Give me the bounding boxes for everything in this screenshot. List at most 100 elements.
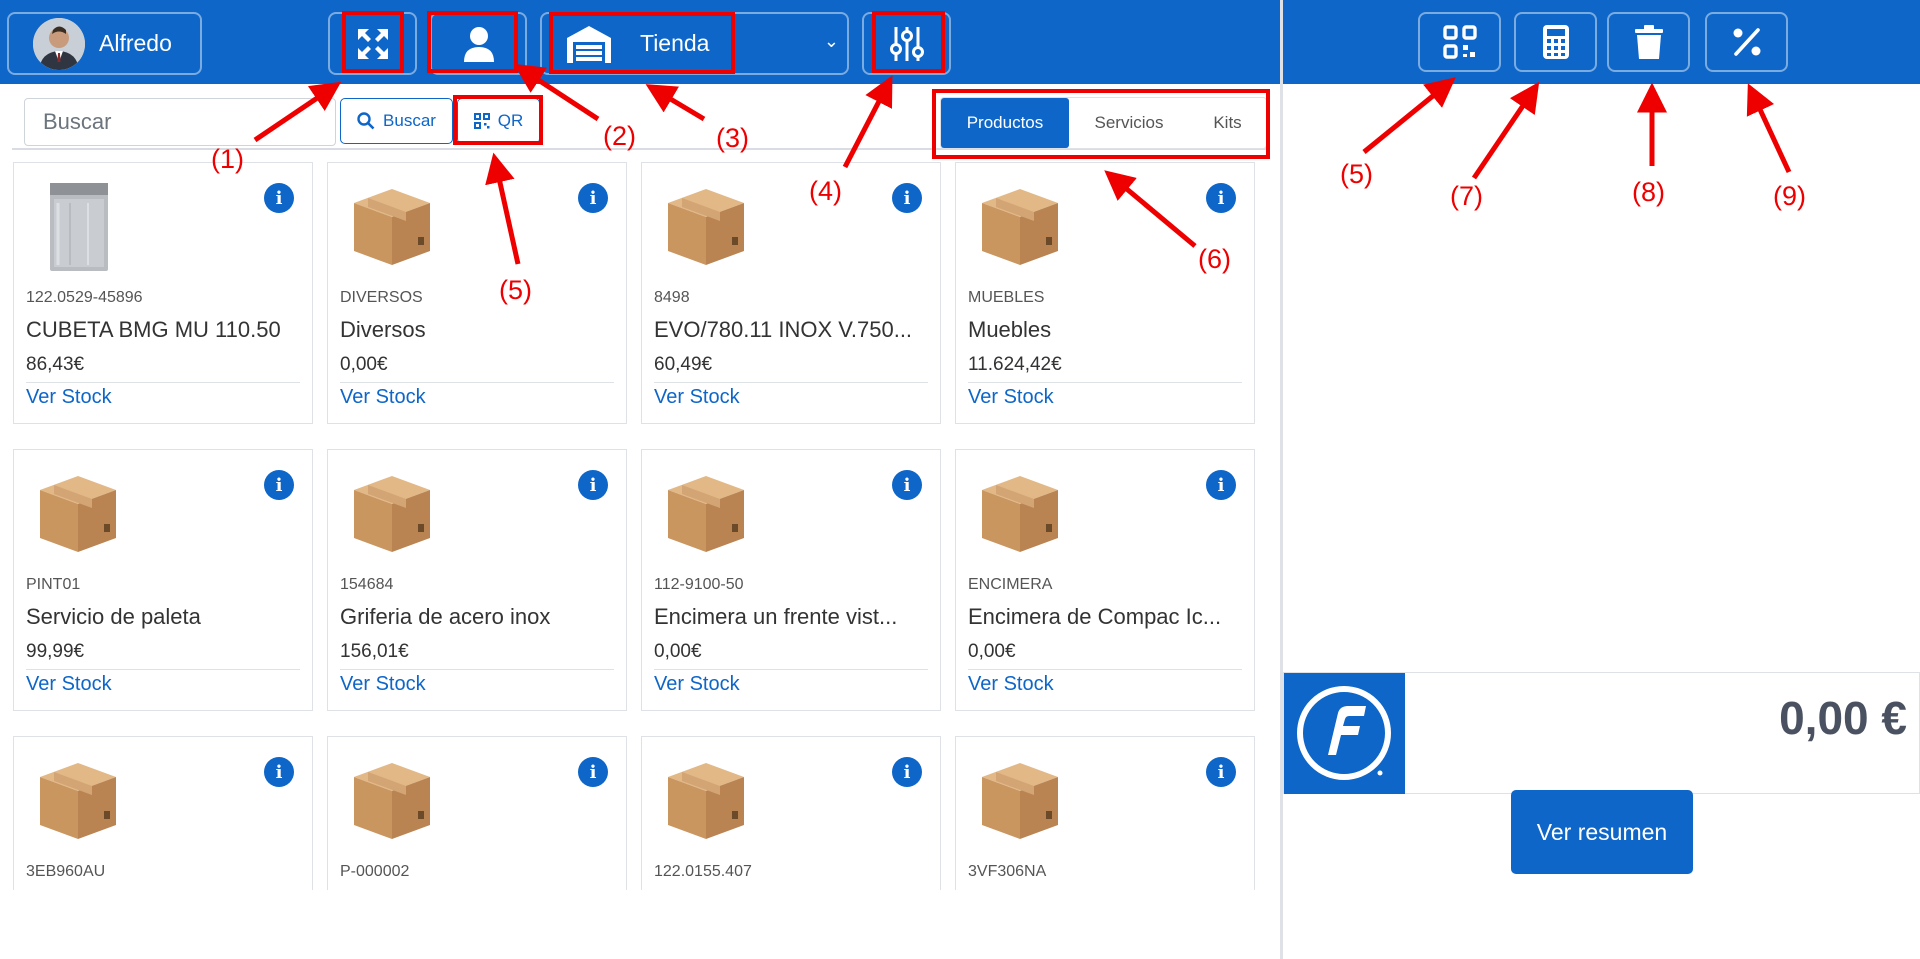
product-card[interactable]: i 112-9100-50 Encimera un frente vist... 0,… (641, 449, 941, 711)
qr-scan-button[interactable] (1418, 12, 1501, 72)
user-button[interactable]: Alfredo (7, 12, 202, 75)
product-price: 86,43€ (26, 354, 85, 375)
brand-logo (1284, 673, 1405, 794)
product-name: Diversos (340, 317, 426, 342)
info-icon[interactable]: i (892, 470, 922, 500)
product-image (974, 468, 1066, 560)
product-card[interactable]: i PINT01 Servicio de paleta 99,99€ Ver Stock (13, 449, 313, 711)
total-row: 0,00 € (1283, 672, 1920, 794)
product-image (660, 468, 752, 560)
stock-link[interactable]: Ver Stock (654, 386, 740, 409)
clear-ticket-button[interactable] (1607, 12, 1690, 72)
product-image (32, 468, 124, 560)
stock-link[interactable]: Ver Stock (26, 386, 112, 409)
product-card[interactable]: i 154684 Griferia de acero inox 156,01€ Ver … (327, 449, 627, 711)
product-code: 154684 (340, 576, 394, 593)
product-name: Muebles (968, 317, 1052, 342)
card-divider (968, 382, 1242, 383)
product-image (32, 755, 124, 847)
tab-kits[interactable]: Kits (1189, 98, 1266, 148)
stock-link[interactable]: Ver Stock (654, 673, 740, 696)
product-code: 112-9100-50 (654, 576, 744, 593)
qr-button[interactable]: QR (457, 98, 540, 144)
info-icon[interactable]: i (1206, 470, 1236, 500)
sliders-icon (889, 26, 924, 61)
search-input[interactable] (24, 98, 336, 146)
tab-productos[interactable]: Productos (941, 98, 1069, 148)
product-card[interactable]: i 3VF306NA (955, 736, 1255, 890)
annotation-label: (7) (1450, 181, 1483, 211)
calculator-button[interactable] (1514, 12, 1597, 72)
card-divider (340, 669, 614, 670)
search-button[interactable]: Buscar (340, 98, 453, 144)
product-card[interactable]: i ENCIMERA Encimera de Compac Ic... 0,00€ Ve… (955, 449, 1255, 711)
product-price: 0,00€ (968, 641, 1016, 662)
info-icon[interactable]: i (1206, 183, 1236, 213)
product-name: Griferia de acero inox (340, 604, 551, 629)
product-price: 0,00€ (654, 641, 702, 662)
info-icon[interactable]: i (892, 757, 922, 787)
discount-button[interactable] (1705, 12, 1788, 72)
annotation-label: (4) (809, 176, 842, 206)
info-icon[interactable]: i (578, 183, 608, 213)
product-code: 8498 (654, 289, 690, 306)
product-price: 0,00€ (340, 354, 388, 375)
stock-link[interactable]: Ver Stock (340, 386, 426, 409)
annotation-label: (6) (1198, 244, 1231, 274)
client-button[interactable] (430, 12, 527, 75)
product-card[interactable]: i 8498 EVO/780.11 INOX V.750... 60,49€ Ver S… (641, 162, 941, 424)
card-divider (340, 382, 614, 383)
info-icon[interactable]: i (1206, 757, 1236, 787)
product-image (32, 181, 124, 273)
card-divider (654, 669, 928, 670)
info-icon[interactable]: i (264, 470, 294, 500)
annotation-label: (8) (1632, 177, 1665, 207)
annotation-label: (1) (211, 144, 244, 174)
stock-link[interactable]: Ver Stock (26, 673, 112, 696)
product-card[interactable]: i P-000002 (327, 736, 627, 890)
store-selector[interactable]: Tienda ⌄ (540, 12, 849, 75)
product-code: ENCIMERA (968, 576, 1053, 593)
product-name: Servicio de paleta (26, 604, 201, 629)
info-icon[interactable]: i (264, 183, 294, 213)
product-code: 3EB960AU (26, 863, 106, 880)
stock-link[interactable]: Ver Stock (968, 673, 1054, 696)
info-icon[interactable]: i (578, 757, 608, 787)
info-icon[interactable]: i (578, 470, 608, 500)
ticket-toolbar (1283, 0, 1920, 84)
product-card[interactable]: i 122.0155.407 (641, 736, 941, 890)
avatar (33, 17, 85, 70)
top-toolbar: Alfredo Tienda ⌄ (0, 0, 1280, 84)
stock-link[interactable]: Ver Stock (968, 386, 1054, 409)
info-icon[interactable]: i (264, 757, 294, 787)
card-divider (26, 382, 300, 383)
product-code: P-000002 (340, 863, 410, 880)
product-card[interactable]: i 122.0529-45896 CUBETA BMG MU 110.50 86,43… (13, 162, 313, 424)
product-image (346, 181, 438, 273)
fullscreen-button[interactable] (328, 12, 417, 75)
expand-icon (357, 28, 388, 59)
percent-icon (1733, 28, 1760, 56)
qr-scan-icon (1442, 25, 1477, 59)
info-icon[interactable]: i (892, 183, 922, 213)
product-image (346, 468, 438, 560)
product-code: MUEBLES (968, 289, 1045, 306)
product-card[interactable]: i DIVERSOS Diversos 0,00€ Ver Stock (327, 162, 627, 424)
product-card[interactable]: i 3EB960AU (13, 736, 313, 890)
product-card[interactable]: i MUEBLES Muebles 11.624,42€ Ver Stock (955, 162, 1255, 424)
ticket-panel: 0,00 € Ver resumen (1283, 0, 1920, 959)
product-name: EVO/780.11 INOX V.750... (654, 317, 913, 342)
product-name: Encimera un frente vist... (654, 604, 898, 629)
tab-servicios[interactable]: Servicios (1069, 98, 1189, 148)
garage-icon (567, 25, 611, 63)
stock-link[interactable]: Ver Stock (340, 673, 426, 696)
user-icon (463, 26, 494, 62)
product-image (660, 181, 752, 273)
product-code: PINT01 (26, 576, 81, 593)
qr-button-label: QR (497, 111, 524, 130)
settings-button[interactable] (862, 12, 951, 75)
card-divider (654, 382, 928, 383)
view-summary-button[interactable]: Ver resumen (1511, 790, 1693, 874)
search-icon (357, 112, 375, 130)
product-name: Encimera de Compac Ic... (968, 604, 1222, 629)
